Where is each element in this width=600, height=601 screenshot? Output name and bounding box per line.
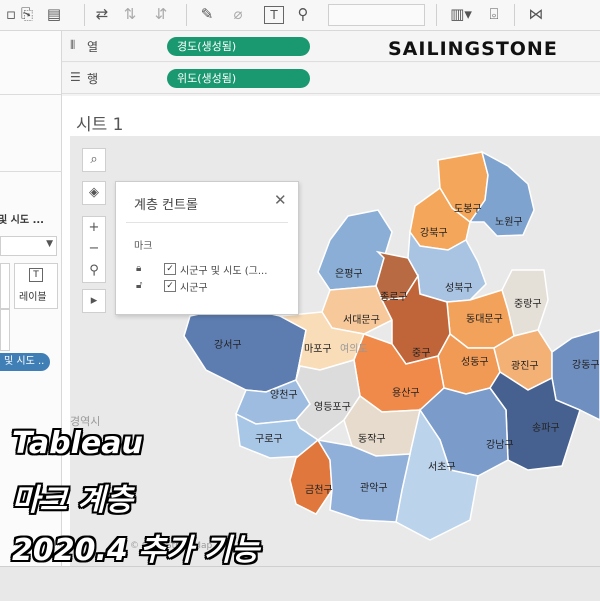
district-label: 성북구 <box>445 282 473 294</box>
brand-logo: SAILINGSTONE <box>388 38 558 60</box>
district-label: 강동구 <box>572 359 600 371</box>
district-label: 성동구 <box>461 356 489 368</box>
district-label: 서대문구 <box>343 314 380 326</box>
overlay-subtitle: 마크 계층 <box>12 483 133 518</box>
district-label: 구로구 <box>255 434 283 445</box>
district-label: 중랑구 <box>514 298 542 310</box>
close-icon[interactable]: ✕ <box>274 191 287 209</box>
district-label: 관악구 <box>360 482 388 494</box>
overlay-title: Tableau <box>12 426 143 461</box>
district-label: 노원구 <box>495 216 523 228</box>
popup-divider <box>126 222 288 223</box>
district-label: 동작구 <box>358 433 386 445</box>
status-bar <box>0 566 600 601</box>
district-label: 은평구 <box>335 268 363 280</box>
district-label: 송파구 <box>532 422 560 434</box>
zoom-out-icon[interactable]: − <box>82 238 106 260</box>
district-label: 마포구 <box>304 343 332 355</box>
district-label: 도봉구 <box>454 203 482 215</box>
district-label: 양천구 <box>270 389 298 401</box>
overlay-caption: 2020.4 추가 기능 <box>12 533 260 568</box>
search-icon[interactable]: ⌕ <box>82 148 106 172</box>
popup-section-label: 마크 <box>134 241 153 252</box>
district-label: 용산구 <box>392 387 420 399</box>
district-label: 금천구 <box>305 484 333 496</box>
layer-row-sigungu[interactable]: 🔓︎ ✓ 시군구 <box>136 279 286 295</box>
district-label: 강북구 <box>420 227 448 239</box>
district-label: 강서구 <box>214 339 242 351</box>
district-label: 동대문구 <box>466 313 503 325</box>
district-label: 중구 <box>412 347 430 359</box>
district-label: 종로구 <box>380 291 408 303</box>
map-watermark-center: 여의도 <box>340 343 368 355</box>
layer-row-sido[interactable]: 🔒︎ ✓ 시군구 및 시도 (그... <box>136 262 286 278</box>
district-label: 서초구 <box>428 461 456 473</box>
district-label: 광진구 <box>511 360 539 372</box>
popup-title: 계층 컨트롤 <box>134 198 198 213</box>
layers-icon[interactable]: ◈ <box>82 181 106 205</box>
play-icon[interactable]: ▸ <box>82 289 106 313</box>
layer-checkbox[interactable]: ✓ <box>164 280 176 292</box>
layer-control-popup: 계층 컨트롤 ✕ 마크 🔒︎ ✓ 시군구 및 시도 (그... 🔓︎ ✓ 시군구 <box>115 181 299 315</box>
district-label: 강남구 <box>486 439 514 451</box>
unlock-icon[interactable]: 🔓︎ <box>136 280 142 291</box>
zoom-in-icon[interactable]: + <box>82 216 106 239</box>
lock-icon[interactable]: 🔒︎ <box>136 263 141 274</box>
layer-checkbox[interactable]: ✓ <box>164 263 176 275</box>
layer-label: 시군구 <box>180 283 208 294</box>
pin-map-icon[interactable]: ⚲ <box>82 260 106 283</box>
district-label: 영등포구 <box>314 401 351 413</box>
layer-label: 시군구 및 시도 (그... <box>180 266 268 277</box>
